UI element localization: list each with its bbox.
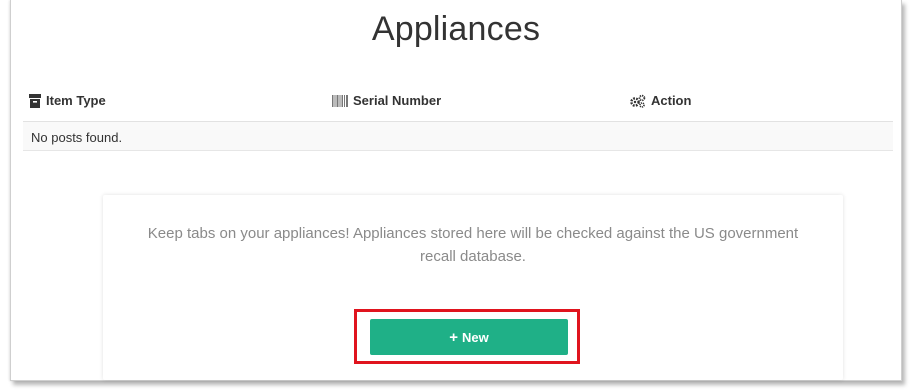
barcode-icon: [332, 94, 348, 107]
page-title: Appliances: [371, 10, 541, 48]
table-header: Item Type Serial Number Action: [29, 90, 893, 112]
plus-icon: +: [449, 328, 459, 346]
table-empty-row: No posts found.: [23, 121, 893, 151]
new-appliance-button[interactable]: + New: [370, 319, 568, 355]
column-header-serial-number[interactable]: Serial Number: [332, 93, 441, 108]
info-panel: Keep tabs on your appliances! Appliances…: [103, 195, 843, 380]
column-header-action[interactable]: Action: [630, 93, 691, 108]
appliances-page: Appliances Item Type Serial Number Actio…: [10, 0, 902, 381]
column-label-item-type: Item Type: [46, 93, 106, 108]
column-label-serial-number: Serial Number: [353, 93, 442, 108]
new-button-label: New: [462, 329, 489, 345]
archive-icon: [29, 93, 41, 108]
info-text: Keep tabs on your appliances! Appliances…: [147, 225, 799, 265]
column-label-action: Action: [651, 93, 692, 108]
column-header-item-type[interactable]: Item Type: [29, 93, 106, 108]
cogs-icon: [630, 94, 646, 108]
empty-message: No posts found.: [31, 130, 123, 145]
